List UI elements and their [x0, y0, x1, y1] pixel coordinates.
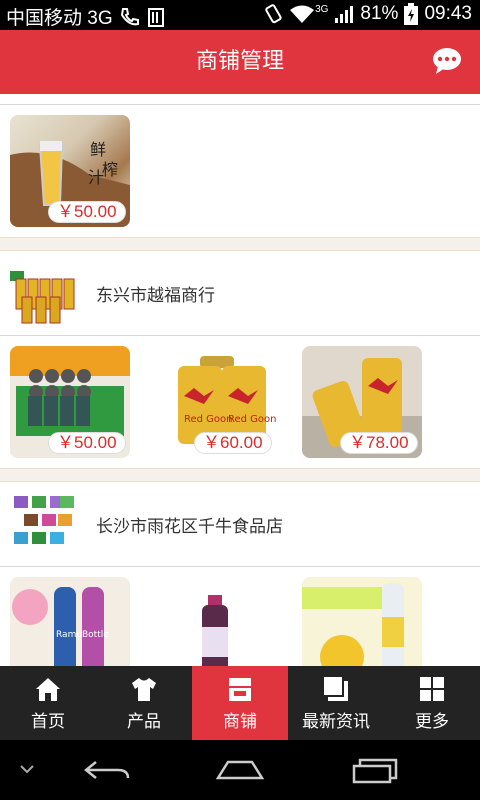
shop-header[interactable]: 长沙市雨花区千牛食品店 [0, 482, 480, 566]
bottom-nav: 首页 产品 商铺 最新资讯 更多 [0, 666, 480, 740]
product-price: ￥50.00 [48, 201, 126, 223]
product-card-red-bull-pair[interactable]: ￥78.00 [302, 346, 422, 458]
wifi-icon [290, 5, 315, 23]
store-icon [229, 677, 251, 701]
svg-text:Red Goon: Red Goon [228, 414, 276, 425]
yuzu-drink-image [302, 583, 404, 666]
nav-label: 更多 [415, 711, 449, 732]
battery-label: 81% [360, 3, 399, 24]
status-bar: 中国移动 3G 3G 81% 09:43 [0, 0, 480, 30]
vibrate-icon [265, 4, 282, 24]
product-card-yuzu-drink[interactable] [302, 577, 422, 666]
collapse-chevron-icon[interactable] [18, 762, 36, 776]
recent-apps-icon[interactable] [350, 756, 400, 784]
nav-label: 商铺 [223, 711, 257, 732]
shop-header[interactable]: 东兴市越福商行 [0, 251, 480, 335]
nav-label: 产品 [127, 711, 161, 732]
svg-text:汁: 汁 [88, 168, 104, 187]
product-card-red-bull-cans[interactable]: Red Goon Red Goon ￥60.00 [156, 346, 276, 458]
nav-shops[interactable]: 商铺 [192, 666, 288, 740]
product-card-energy-drink-case[interactable]: ￥50.00 [10, 346, 130, 458]
nav-label: 最新资讯 [302, 711, 370, 732]
app-header: 商铺管理 [0, 30, 480, 94]
shop-name: 东兴市越福商行 [96, 285, 215, 306]
nav-products[interactable]: 产品 [96, 666, 192, 740]
phone-icon [120, 7, 139, 25]
svg-text:鲜: 鲜 [90, 140, 106, 159]
back-icon[interactable] [82, 756, 132, 784]
product-card-ramune[interactable]: Ramu Bottle [10, 577, 130, 666]
shop-name: 长沙市雨花区千牛食品店 [96, 516, 283, 537]
nav-news[interactable]: 最新资讯 [288, 666, 384, 740]
product-price: ￥78.00 [340, 432, 418, 454]
svg-text:Bottle: Bottle [82, 630, 109, 640]
product-card-juice-bottle[interactable] [156, 577, 276, 666]
juice-bottle-image [202, 595, 228, 666]
ramune-bottles-image: Ramu Bottle [12, 587, 109, 666]
chat-bubble-icon[interactable] [432, 47, 462, 75]
product-price: ￥60.00 [194, 432, 272, 454]
product-row: ￥50.00 Red Goon Red Goon ￥60.00 ￥78.00 [0, 336, 480, 468]
product-row: 鲜 榨 汁 ￥50.00 [0, 105, 480, 237]
section-gap [0, 468, 480, 482]
shop-list[interactable]: 鲜 榨 汁 ￥50.00 东兴市越福商行 ￥50.00 Red Goon Red… [0, 94, 480, 666]
product-price: ￥50.00 [48, 432, 126, 454]
sim-card-icon [147, 7, 164, 27]
carrier-label: 中国移动 3G [6, 8, 113, 29]
nav-more[interactable]: 更多 [384, 666, 480, 740]
grid-icon [420, 676, 444, 701]
nav-label: 首页 [31, 711, 65, 732]
svg-text:Ramu: Ramu [56, 630, 82, 640]
time-label: 09:43 [424, 3, 472, 24]
shop-logo [10, 261, 80, 325]
news-icon [324, 676, 348, 701]
network-type-label: 3G [315, 3, 329, 15]
shop-logo [10, 492, 80, 556]
home-icon [36, 677, 60, 701]
product-card-fresh-juice[interactable]: 鲜 榨 汁 ￥50.00 [10, 115, 130, 227]
battery-icon [404, 3, 419, 25]
page-title: 商铺管理 [195, 49, 284, 74]
energy-drink-shop-image [10, 271, 75, 324]
section-gap [0, 237, 480, 251]
tshirt-icon [132, 677, 156, 701]
nav-home[interactable]: 首页 [0, 666, 96, 740]
svg-text:Red Goon: Red Goon [184, 414, 233, 425]
svg-text:榨: 榨 [102, 160, 118, 179]
snack-shop-image [14, 496, 74, 544]
signal-icon [335, 6, 354, 23]
system-nav-bar [0, 740, 480, 800]
product-row: Ramu Bottle [0, 567, 480, 666]
home-nav-icon[interactable] [214, 756, 266, 784]
